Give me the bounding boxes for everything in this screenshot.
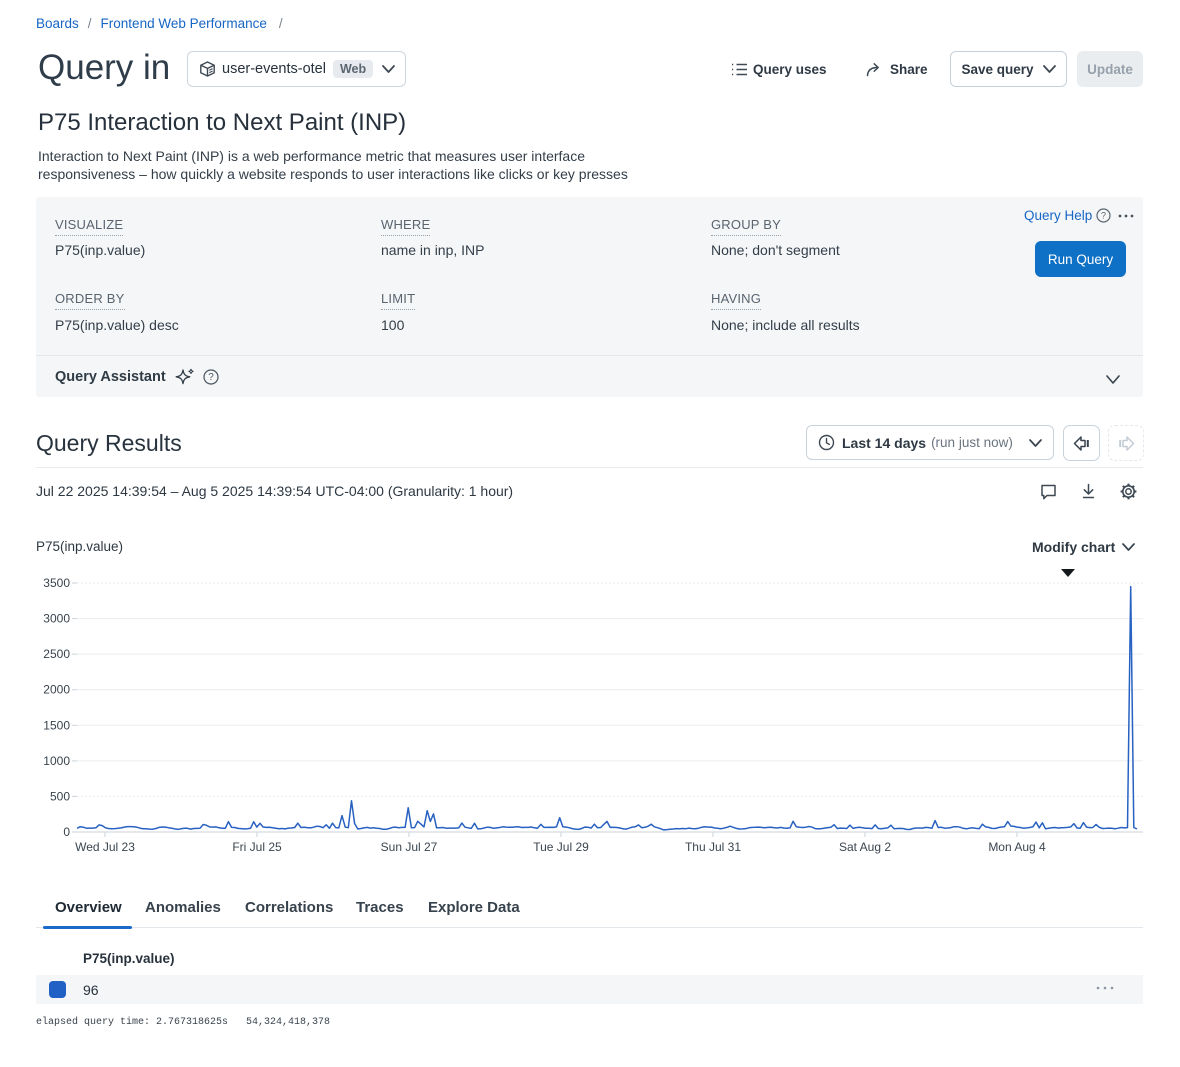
svg-text:1500: 1500 <box>43 718 70 732</box>
svg-text:?: ? <box>1101 211 1106 221</box>
svg-text:Thu Jul 31: Thu Jul 31 <box>685 840 741 854</box>
svg-text:Tue Jul 29: Tue Jul 29 <box>533 840 589 854</box>
svg-text:2500: 2500 <box>43 647 70 661</box>
svg-text:Mon Aug 4: Mon Aug 4 <box>988 840 1046 854</box>
svg-text:Sun Jul 27: Sun Jul 27 <box>381 840 438 854</box>
svg-text:Sat Aug 2: Sat Aug 2 <box>839 840 891 854</box>
svg-text:1000: 1000 <box>43 754 70 768</box>
svg-text:3000: 3000 <box>43 612 70 626</box>
svg-text:500: 500 <box>50 789 70 803</box>
svg-text:3500: 3500 <box>43 576 70 590</box>
svg-text:Wed Jul 23: Wed Jul 23 <box>75 840 135 854</box>
svg-text:Fri Jul 25: Fri Jul 25 <box>232 840 282 854</box>
svg-text:2000: 2000 <box>43 683 70 697</box>
svg-text:0: 0 <box>63 825 70 839</box>
svg-text:?: ? <box>208 372 214 383</box>
